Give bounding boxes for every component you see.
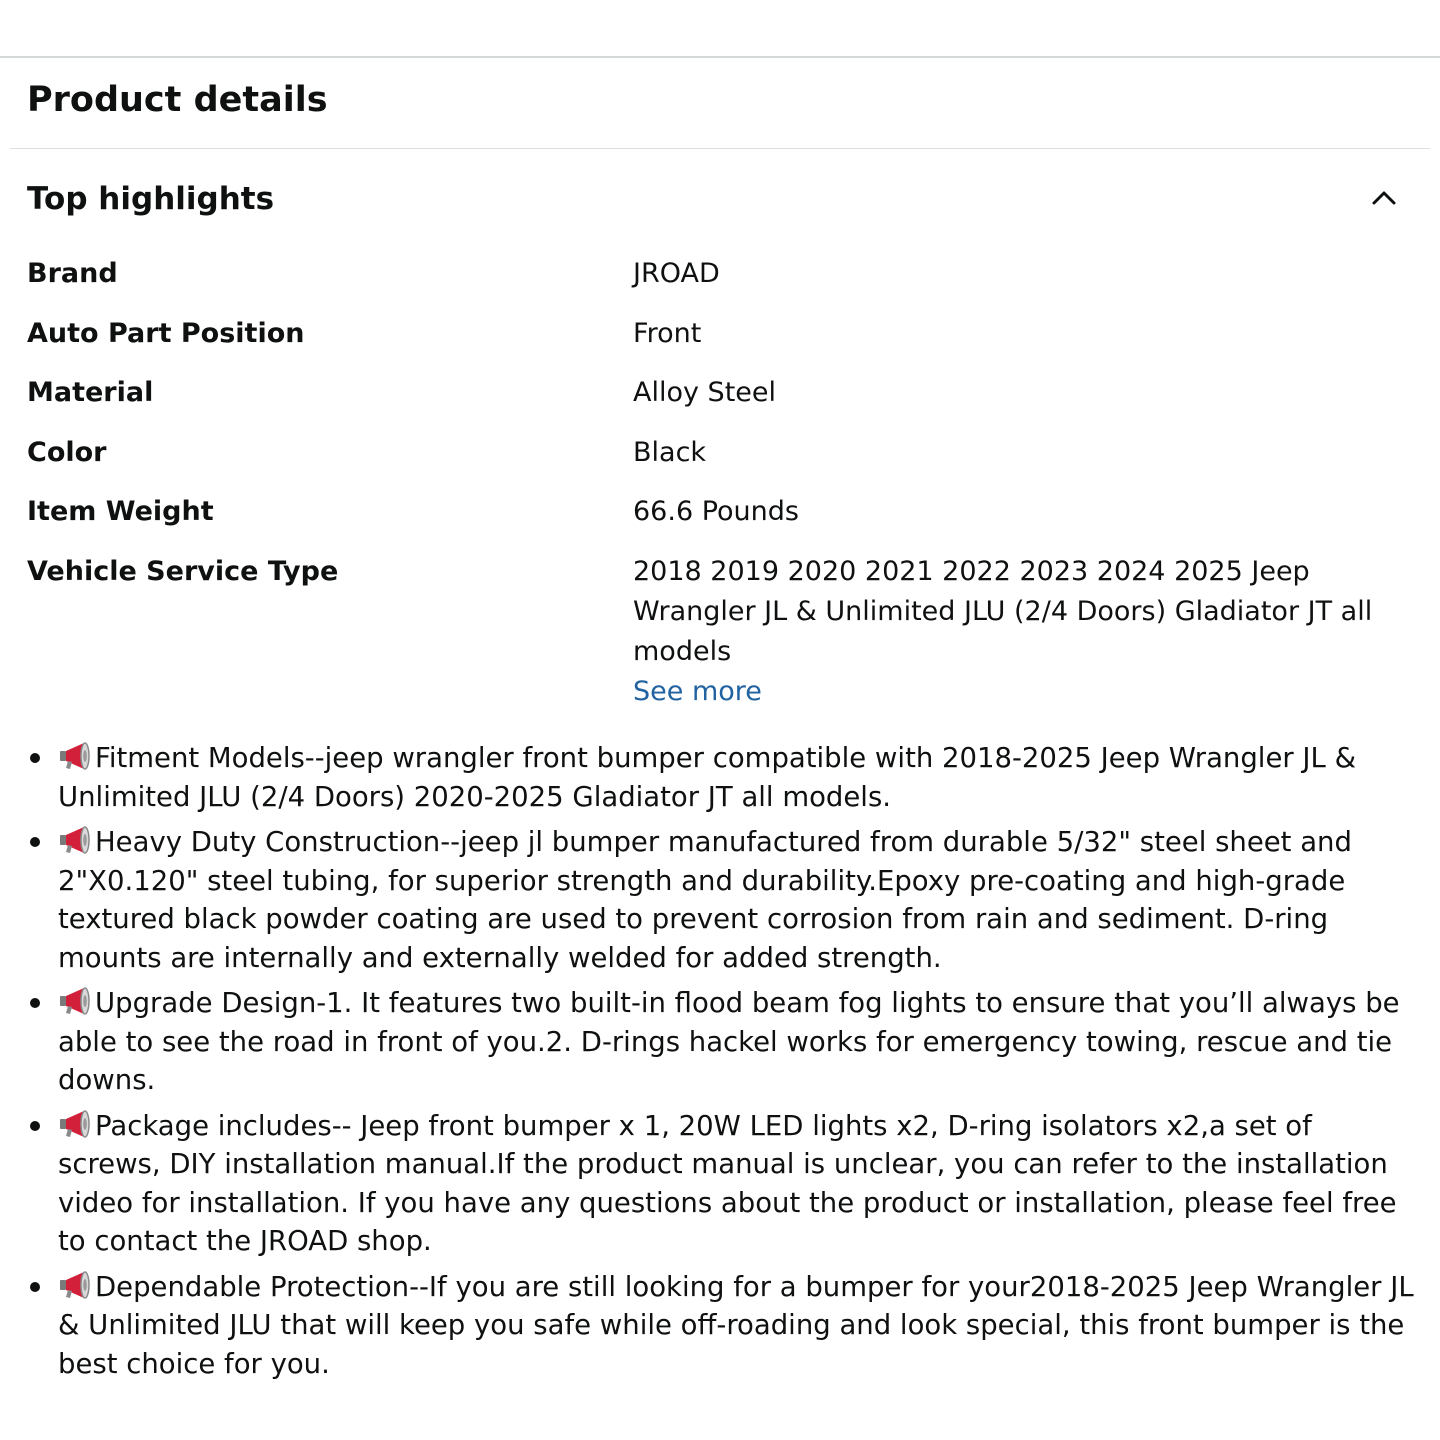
attribute-row-position: Auto Part Position Front <box>27 314 1417 354</box>
attribute-key: Material <box>27 377 154 408</box>
attributes-table: Brand JROAD Auto Part Position Front Mat… <box>27 254 1417 712</box>
top-highlights-header[interactable]: Top highlights <box>27 176 1417 222</box>
bullet-dot <box>30 1120 40 1131</box>
megaphone-icon <box>58 825 92 855</box>
attribute-key: Color <box>27 436 107 468</box>
attribute-key: Vehicle Service Type <box>27 555 339 587</box>
attribute-row-vehicle-service-type: Vehicle Service Type 2018 2019 2020 2021… <box>27 552 1417 712</box>
bullet-dot <box>30 998 40 1008</box>
list-item: Upgrade Design-1. It features two built-… <box>27 984 1422 1100</box>
section-title: Product details <box>27 80 328 120</box>
attribute-value: Front <box>633 317 702 349</box>
bullet-text: Dependable Protection--If you are still … <box>58 1270 1414 1380</box>
bullet-dot <box>30 837 40 847</box>
bullet-text: Fitment Models--jeep wrangler front bump… <box>58 742 1357 813</box>
attribute-row-material: Material Alloy Steel <box>27 373 1417 413</box>
attribute-value: 2018 2019 2020 2021 2022 2023 2024 2025 … <box>633 555 1373 667</box>
attribute-key: Item Weight <box>27 496 214 527</box>
attribute-key: Brand <box>27 258 118 289</box>
bullet-text: Heavy Duty Construction--jeep jl bumper … <box>58 826 1352 974</box>
attribute-value-wrapper: 2018 2019 2020 2021 2022 2023 2024 2025 … <box>633 552 1403 712</box>
bullet-dot <box>30 753 40 763</box>
megaphone-icon <box>58 986 92 1016</box>
chevron-up-icon[interactable] <box>1371 186 1397 208</box>
list-item: Fitment Models--jeep wrangler front bump… <box>27 739 1422 816</box>
attribute-key: Auto Part Position <box>27 317 305 349</box>
attribute-value: 66.6 Pounds <box>633 496 799 527</box>
top-highlights-title: Top highlights <box>27 181 275 217</box>
product-details-page: Product details Top highlights Brand JRO… <box>0 0 1440 1440</box>
list-item: Dependable Protection--If you are still … <box>27 1268 1422 1384</box>
top-divider <box>0 56 1440 58</box>
section-divider <box>10 148 1430 149</box>
megaphone-icon <box>58 1270 92 1300</box>
bullet-dot <box>30 1281 40 1292</box>
bullet-text: Package includes-- Jeep front bumper x 1… <box>58 1109 1397 1258</box>
attribute-row-weight: Item Weight 66.6 Pounds <box>27 492 1417 532</box>
see-more-link[interactable]: See more <box>633 672 1403 712</box>
list-item: Heavy Duty Construction--jeep jl bumper … <box>27 823 1422 977</box>
attribute-value: JROAD <box>633 258 720 289</box>
feature-bullets: Fitment Models--jeep wrangler front bump… <box>27 739 1422 1383</box>
attribute-value: Alloy Steel <box>633 377 777 408</box>
attribute-row-brand: Brand JROAD <box>27 254 1417 294</box>
megaphone-icon <box>58 1109 92 1139</box>
attribute-row-color: Color Black <box>27 433 1417 473</box>
megaphone-icon <box>58 741 92 771</box>
list-item: Package includes-- Jeep front bumper x 1… <box>27 1107 1422 1261</box>
attribute-value: Black <box>633 436 707 468</box>
bullet-text: Upgrade Design-1. It features two built-… <box>58 987 1400 1096</box>
